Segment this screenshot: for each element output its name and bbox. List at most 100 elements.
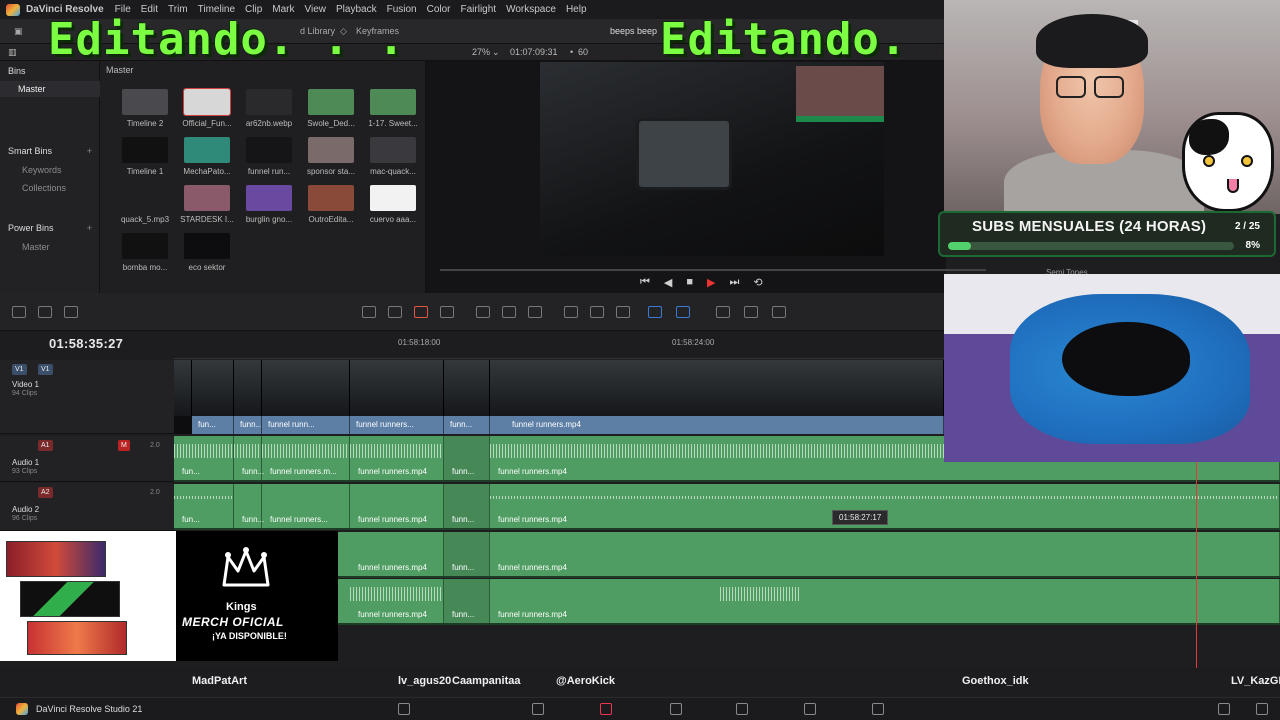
- media-clip[interactable]: 1-17. Sweet...: [362, 89, 424, 128]
- skip-forward-icon[interactable]: ⏭: [730, 276, 740, 290]
- media-clip[interactable]: sponsor sta...: [300, 137, 362, 176]
- playhead[interactable]: [1196, 458, 1197, 690]
- audio2-track-header[interactable]: A2 2.0 Audio 2 96 Clips: [0, 483, 174, 531]
- audio-clip[interactable]: funn...: [444, 579, 490, 623]
- link-icon[interactable]: [590, 306, 604, 318]
- audio-clip[interactable]: funn...: [444, 436, 490, 480]
- audio3-track[interactable]: funnel runners.mp4 funn... funnel runner…: [174, 532, 1280, 578]
- mic-icon[interactable]: [64, 306, 78, 318]
- audio-clip[interactable]: funn...: [234, 436, 264, 480]
- media-clip[interactable]: Official_Fun...: [176, 88, 238, 128]
- audio-clip[interactable]: funnel runners.mp4: [490, 532, 1280, 576]
- loop-icon[interactable]: ⟲: [753, 276, 762, 290]
- media-clip[interactable]: MechaPato...: [176, 137, 238, 176]
- select-tool-icon[interactable]: [362, 306, 376, 318]
- v1-source-badge[interactable]: V1: [12, 364, 27, 375]
- video-track-header[interactable]: V1 V1 Video 1 94 Clips: [0, 360, 174, 434]
- audio-clip[interactable]: funnel runners.mp4: [490, 579, 1280, 623]
- media-clip[interactable]: eco sektor: [176, 233, 238, 272]
- audio-clip[interactable]: funnel runners.mp4: [350, 532, 444, 576]
- video-clip[interactable]: [234, 360, 262, 416]
- media-clip[interactable]: STARDESK I...: [176, 185, 238, 224]
- layout-icon[interactable]: ▥: [8, 47, 17, 58]
- media-page-icon[interactable]: [398, 703, 410, 715]
- menu-workspace[interactable]: Workspace: [501, 4, 561, 15]
- video-clip[interactable]: [444, 360, 490, 416]
- add-smart-bin-icon[interactable]: +: [87, 143, 92, 159]
- video-clip[interactable]: [490, 360, 944, 416]
- media-clip[interactable]: Timeline 2: [114, 89, 176, 128]
- media-clip[interactable]: mac-quack...: [362, 137, 424, 176]
- bin-collections[interactable]: Collections: [0, 180, 100, 196]
- play-icon[interactable]: ▶: [707, 276, 715, 290]
- video-clip[interactable]: [350, 360, 444, 416]
- audio-clip[interactable]: funnel runners.mp4: [350, 436, 444, 480]
- audio1-track-header[interactable]: A1 M 2.0 Audio 1 93 Clips: [0, 436, 174, 482]
- zoom-custom-icon[interactable]: [772, 306, 786, 318]
- media-clip[interactable]: ar62nb.webp: [238, 89, 300, 128]
- audio-clip[interactable]: fun...: [174, 436, 234, 480]
- marker-icon[interactable]: [676, 306, 690, 318]
- audio-meter-icon[interactable]: [38, 306, 52, 318]
- audio-clip[interactable]: funnel runners.mp4: [350, 579, 444, 623]
- cut-page-icon[interactable]: [532, 703, 544, 715]
- bin-keywords[interactable]: Keywords: [0, 162, 100, 178]
- menu-color[interactable]: Color: [422, 4, 456, 15]
- power-bins-header[interactable]: Power Bins +: [0, 220, 100, 236]
- play-reverse-icon[interactable]: ◀: [664, 276, 672, 290]
- snapping-icon[interactable]: [564, 306, 578, 318]
- replace-clip-icon[interactable]: [528, 306, 542, 318]
- audio-clip[interactable]: funn...: [444, 484, 490, 528]
- media-clip[interactable]: Timeline 1: [114, 137, 176, 176]
- audio4-track[interactable]: funnel runners.mp4 funn... funnel runner…: [174, 579, 1280, 625]
- deliver-page-icon[interactable]: [872, 703, 884, 715]
- audio2-track[interactable]: fun... funn... funnel runners... funnel …: [174, 484, 1280, 530]
- media-clip[interactable]: cuervo aaa...: [362, 185, 424, 224]
- menu-fairlight[interactable]: Fairlight: [456, 4, 502, 15]
- zoom-select[interactable]: 27%: [472, 47, 490, 57]
- v1-track-badge[interactable]: V1: [38, 364, 53, 375]
- flag-icon[interactable]: [648, 306, 662, 318]
- timeline-view-icon[interactable]: [12, 306, 26, 318]
- settings-icon[interactable]: [1256, 703, 1268, 715]
- home-icon[interactable]: [1218, 703, 1230, 715]
- audio-clip[interactable]: funnel runners...: [262, 484, 350, 528]
- audio-clip[interactable]: funnel runners.mp4: [350, 484, 444, 528]
- audio-clip[interactable]: fun...: [174, 484, 234, 528]
- video-clip[interactable]: [192, 360, 234, 416]
- video-clip[interactable]: [262, 360, 350, 416]
- media-clip[interactable]: burglin gno...: [238, 185, 300, 224]
- smart-bins-header[interactable]: Smart Bins +: [0, 143, 100, 159]
- add-power-bin-icon[interactable]: +: [87, 220, 92, 236]
- bin-master[interactable]: Master: [0, 81, 100, 97]
- mute-button[interactable]: M: [118, 440, 130, 451]
- fusion-page-icon[interactable]: [670, 703, 682, 715]
- stop-icon[interactable]: ■: [686, 276, 693, 290]
- blade-tool-icon[interactable]: [414, 306, 428, 318]
- panel-toggle-icon[interactable]: ▣: [14, 26, 23, 37]
- lock-icon[interactable]: [616, 306, 630, 318]
- viewer-frame[interactable]: [540, 62, 884, 256]
- dynamic-trim-icon[interactable]: [440, 306, 454, 318]
- power-bin-master[interactable]: Master: [0, 239, 100, 255]
- trim-tool-icon[interactable]: [388, 306, 402, 318]
- zoom-detail-icon[interactable]: [744, 306, 758, 318]
- audio-clip[interactable]: funn...: [234, 484, 264, 528]
- zoom-full-icon[interactable]: [716, 306, 730, 318]
- skip-back-icon[interactable]: ⏮: [640, 276, 650, 290]
- media-clip[interactable]: Swole_Ded...: [300, 89, 362, 128]
- a2-track-badge[interactable]: A2: [38, 487, 53, 498]
- color-page-icon[interactable]: [736, 703, 748, 715]
- media-clip[interactable]: OutroEdita...: [300, 185, 362, 224]
- chevron-down-icon[interactable]: ⌄: [492, 47, 500, 58]
- audio-clip[interactable]: funn...: [444, 532, 490, 576]
- fairlight-page-icon[interactable]: [804, 703, 816, 715]
- menu-help[interactable]: Help: [561, 4, 592, 15]
- audio-clip[interactable]: funnel runners.m...: [262, 436, 350, 480]
- viewer-scrubber[interactable]: [440, 269, 986, 271]
- insert-clip-icon[interactable]: [476, 306, 490, 318]
- media-clip[interactable]: quack_5.mp3: [114, 185, 176, 224]
- media-clip[interactable]: bomba mo...: [114, 233, 176, 272]
- video-track[interactable]: fun... funn... funnel runn... funnel run…: [174, 360, 944, 434]
- edit-page-icon[interactable]: [600, 703, 612, 715]
